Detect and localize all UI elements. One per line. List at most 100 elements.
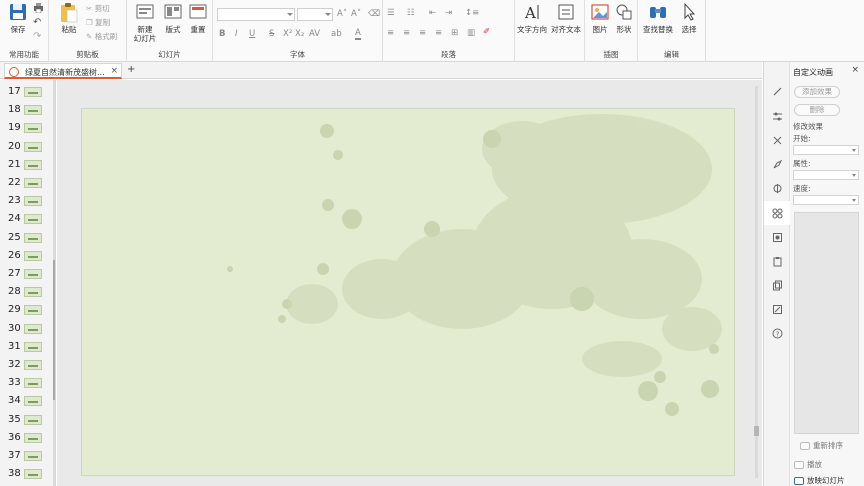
align-center-icon[interactable]: ≡ — [403, 28, 410, 38]
shrink-font-button[interactable]: A˅ — [351, 9, 361, 19]
transition-icon[interactable] — [772, 183, 783, 194]
columns-icon[interactable]: ▥ — [467, 28, 475, 38]
slide-thumbnail[interactable]: 25 — [0, 230, 52, 246]
active-rail-item[interactable] — [764, 201, 791, 225]
text-highlight-icon[interactable]: ✐ — [483, 27, 490, 37]
pen-icon[interactable] — [772, 86, 783, 97]
strikethrough-button[interactable]: S — [269, 29, 274, 39]
reorder-button[interactable]: 重新排序 — [800, 440, 843, 451]
modify-effect-label: 修改效果 — [793, 122, 823, 131]
slide-thumbnail[interactable]: 17 — [0, 84, 52, 100]
tools-icon[interactable] — [772, 135, 783, 146]
animation-brush-icon[interactable] — [772, 159, 783, 170]
save-button[interactable]: 保存 — [6, 2, 30, 34]
sliders-icon[interactable] — [772, 111, 783, 122]
text-direction-button[interactable]: A 文字方向 — [516, 2, 548, 34]
align-text-button[interactable]: 对齐文本 — [550, 2, 582, 34]
cut-button[interactable]: ✂ 剪切 — [86, 3, 110, 14]
document-tab-bar: 绿夏自然清新茂盛树... × + — [0, 62, 762, 79]
font-name-combo[interactable] — [217, 8, 295, 21]
slide-thumbnail-image — [24, 287, 42, 298]
slide-thumbnail[interactable]: 29 — [0, 302, 52, 318]
font-size-combo[interactable] — [297, 8, 333, 21]
clipboard-icon[interactable] — [772, 256, 783, 267]
thumbnail-scrollbar[interactable] — [52, 80, 56, 486]
format-painter-button[interactable]: ✎ 格式刷 — [86, 31, 117, 42]
group-label-font: 字体 — [290, 50, 305, 59]
bold-button[interactable]: B — [219, 29, 225, 39]
slide-thumbnail[interactable]: 20 — [0, 139, 52, 155]
font-color-button[interactable]: A — [355, 28, 361, 40]
slide-thumbnail[interactable]: 31 — [0, 339, 52, 355]
add-effect-button[interactable]: 添加效果 — [794, 86, 840, 98]
reset-button[interactable]: 重置 — [187, 2, 209, 34]
grow-font-button[interactable]: A˄ — [337, 9, 347, 19]
slide-thumbnail-image — [24, 341, 42, 352]
animation-list[interactable] — [794, 212, 859, 434]
find-replace-button[interactable]: 查找替换 — [640, 2, 676, 34]
numbered-list-icon[interactable]: ☷ — [407, 8, 415, 18]
slide-thumbnail[interactable]: 22 — [0, 175, 52, 191]
current-slide[interactable] — [81, 108, 735, 476]
justify-icon[interactable]: ≡ — [435, 28, 442, 38]
undo-icon[interactable]: ↶ — [33, 17, 41, 28]
slide-thumbnail[interactable]: 21 — [0, 157, 52, 173]
redo-icon[interactable]: ↷ — [33, 31, 41, 42]
line-spacing-icon[interactable]: ↕≡ — [465, 8, 479, 18]
property-select[interactable] — [793, 170, 859, 180]
print-icon[interactable] — [33, 3, 44, 15]
decrease-indent-icon[interactable]: ⇤ — [429, 8, 436, 18]
shape-button[interactable]: 形状 — [613, 2, 635, 34]
distribute-icon[interactable]: ⊞ — [451, 28, 458, 38]
pane-close-icon[interactable]: × — [851, 65, 859, 75]
slide-thumbnail[interactable]: 23 — [0, 193, 52, 209]
delete-effect-button[interactable]: 删除 — [794, 104, 840, 116]
start-select[interactable] — [793, 145, 859, 155]
shape-style-icon[interactable] — [772, 232, 783, 243]
slide-thumbnail[interactable]: 19 — [0, 120, 52, 136]
copy-button[interactable]: ❐ 复制 — [86, 17, 110, 28]
slide-thumbnail[interactable]: 27 — [0, 266, 52, 282]
clear-format-icon[interactable]: ⌫ — [368, 9, 380, 19]
copy-pages-icon[interactable] — [772, 280, 783, 291]
play-button[interactable]: 播放 — [794, 459, 822, 470]
group-label-paragraph: 段落 — [441, 50, 456, 59]
slide-thumbnail[interactable]: 35 — [0, 412, 52, 428]
layout-button[interactable]: 版式 — [162, 2, 184, 34]
close-tab-icon[interactable]: × — [110, 66, 118, 76]
increase-indent-icon[interactable]: ⇥ — [445, 8, 452, 18]
subscript-icon[interactable]: X₂ — [295, 29, 304, 39]
slide-thumbnail[interactable]: 38 — [0, 466, 52, 482]
superscript-icon[interactable]: X² — [283, 29, 292, 39]
paste-button[interactable]: 粘贴 — [57, 2, 81, 34]
slide-thumbnail[interactable]: 36 — [0, 430, 52, 446]
slide-thumbnail[interactable]: 32 — [0, 357, 52, 373]
align-left-icon[interactable]: ≡ — [387, 28, 394, 38]
speed-select[interactable] — [793, 195, 859, 205]
slide-thumbnail[interactable]: 33 — [0, 375, 52, 391]
slide-thumbnail[interactable]: 26 — [0, 248, 52, 264]
document-tab[interactable]: 绿夏自然清新茂盛树... × — [4, 63, 122, 79]
edit-icon[interactable] — [772, 304, 783, 315]
highlight-icon[interactable]: ab — [331, 29, 342, 39]
picture-button[interactable]: 图片 — [589, 2, 611, 34]
slide-thumbnail[interactable]: 24 — [0, 211, 52, 227]
char-spacing-icon[interactable]: AV — [309, 29, 320, 39]
underline-button[interactable]: U — [249, 29, 255, 39]
help-icon[interactable]: ? — [772, 328, 783, 339]
slide-thumbnail[interactable]: 34 — [0, 393, 52, 409]
slide-thumbnail[interactable]: 18 — [0, 102, 52, 118]
add-tab-icon[interactable]: + — [127, 64, 135, 75]
align-text-icon — [556, 2, 576, 22]
slideshow-button[interactable]: 放映幻灯片 — [794, 475, 845, 486]
select-button[interactable]: 选择 — [678, 2, 700, 34]
align-right-icon[interactable]: ≡ — [419, 28, 426, 38]
bullet-list-icon[interactable]: ☰ — [387, 8, 395, 18]
italic-button[interactable]: I — [235, 29, 238, 39]
slide-thumbnail[interactable]: 37 — [0, 448, 52, 464]
text-direction-label: 文字方向 — [517, 25, 547, 34]
workspace-scrollbar[interactable] — [753, 86, 760, 478]
new-slide-button[interactable]: 新建 幻灯片 — [131, 2, 159, 43]
slide-thumbnail[interactable]: 28 — [0, 284, 52, 300]
slide-thumbnail[interactable]: 30 — [0, 321, 52, 337]
